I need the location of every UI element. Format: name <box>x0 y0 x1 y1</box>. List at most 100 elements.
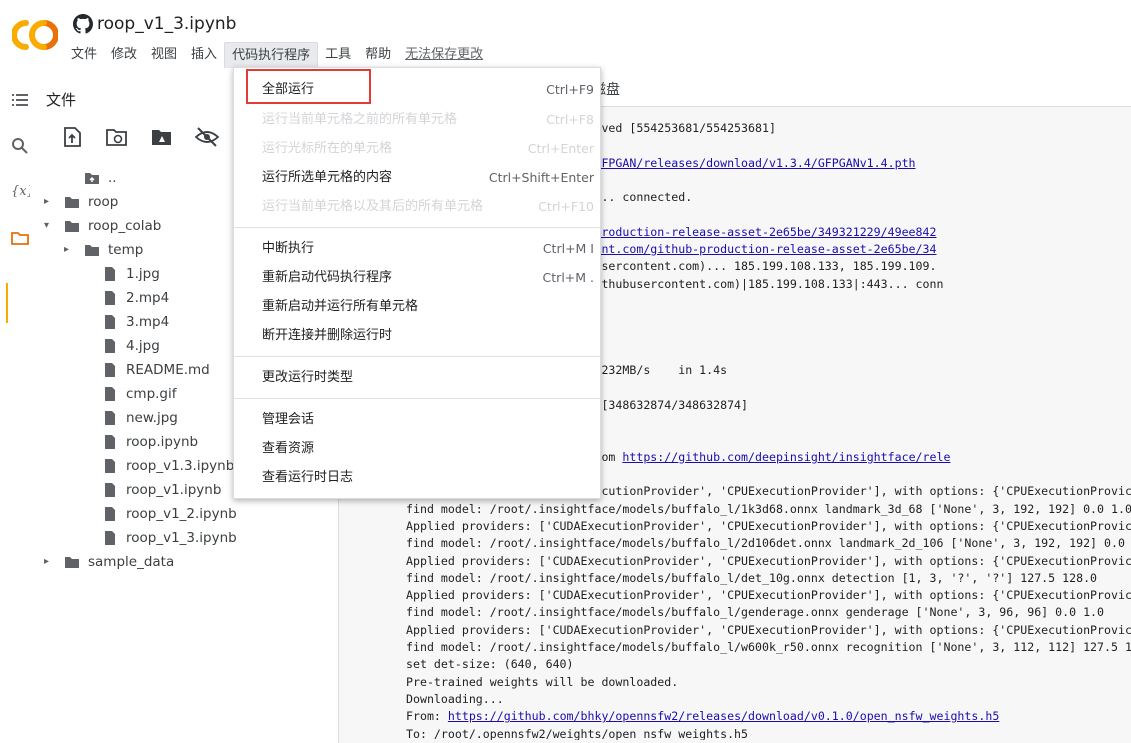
expand-chevron-icon[interactable]: ▸ <box>44 190 56 214</box>
output-text: Downloading... <box>406 691 504 706</box>
menu-runtime[interactable]: 代码执行程序 <box>224 41 319 69</box>
output-text: Applied providers: ['CUDAExecutionProvid… <box>406 553 1131 568</box>
tree-item[interactable]: ▾ roop_colab <box>44 214 161 238</box>
menu-separator <box>234 227 600 228</box>
left-rail: {x} <box>0 68 38 743</box>
tree-item-label: roop_v1_2.ipynb <box>126 506 237 522</box>
active-tab-indicator <box>6 283 8 323</box>
tree-item[interactable]: roop.ipynb <box>82 430 198 454</box>
upload-icon[interactable] <box>59 126 85 148</box>
colab-logo-icon[interactable] <box>12 16 58 54</box>
tree-item[interactable]: ▸ temp <box>64 238 143 262</box>
menu-item-label: 查看运行时日志 <box>262 470 354 485</box>
output-line: Applied providers: ['CUDAExecutionProvid… <box>406 553 1131 570</box>
menu-edit[interactable]: 修改 <box>104 42 144 68</box>
tree-item-label: sample_data <box>88 554 175 570</box>
tree-item[interactable]: roop_v1_3.ipynb <box>82 526 237 550</box>
menu-item-restart-runtime[interactable]: 重新启动代码执行程序 Ctrl+M . <box>234 264 600 292</box>
runtime-menu: 全部运行 Ctrl+F9 运行当前单元格之前的所有单元格 Ctrl+F8 运行光标所在的… <box>233 67 601 499</box>
menu-insert[interactable]: 插入 <box>184 42 224 68</box>
menu-item-change-runtime-type[interactable]: 更改运行时类型 <box>234 364 600 392</box>
menu-item-restart-and-run-all[interactable]: 重新启动并运行所有单元格 <box>234 293 600 321</box>
output-text: find model: /root/.insightface/models/bu… <box>406 536 1125 551</box>
menu-item-run-focused: 运行光标所在的单元格 Ctrl+Enter <box>234 135 600 163</box>
tree-item-label: roop <box>88 194 119 210</box>
output-text: To: /root/.opennsfw2/weights/open_nsfw_w… <box>406 726 749 741</box>
tree-item[interactable]: roop_v1_2.ipynb <box>82 502 237 526</box>
output-line: From: https://github.com/bhky/opennsfw2/… <box>406 708 999 725</box>
expand-chevron-icon[interactable]: ▸ <box>64 238 76 262</box>
menu-item-view-resources[interactable]: 查看资源 <box>234 435 600 463</box>
menu-item-label: 运行所选单元格的内容 <box>262 170 393 185</box>
menu-separator <box>234 398 600 399</box>
output-line: set det-size: (640, 640) <box>406 656 574 673</box>
menu-view[interactable]: 视图 <box>144 42 184 68</box>
output-text: Pre-trained weights will be downloaded. <box>406 674 679 689</box>
files-toolbar <box>59 126 220 148</box>
tree-item[interactable]: .. <box>64 166 117 190</box>
output-line: Applied providers: ['CUDAExecutionProvid… <box>406 587 1131 604</box>
expand-chevron-icon[interactable]: ▸ <box>44 550 56 574</box>
menu-help[interactable]: 帮助 <box>358 42 398 68</box>
output-line: find model: /root/.insightface/models/bu… <box>406 639 1131 656</box>
menu-item-shortcut: Ctrl+F8 <box>546 112 594 127</box>
menu-item-interrupt[interactable]: 中断执行 Ctrl+M I <box>234 235 600 263</box>
tree-item[interactable]: new.jpg <box>82 406 178 430</box>
file-icon <box>105 387 115 401</box>
tree-item-label: roop_v1.ipynb <box>126 482 222 498</box>
menu-item-shortcut: Ctrl+M . <box>542 270 594 285</box>
folder-icon <box>65 221 79 232</box>
menu-item-label: 重新启动代码执行程序 <box>262 270 393 285</box>
tree-item[interactable]: README.md <box>82 358 210 382</box>
tree-item[interactable]: ▸ sample_data <box>44 550 174 574</box>
mount-drive-icon[interactable] <box>149 126 175 148</box>
refresh-folder-icon[interactable] <box>104 126 130 148</box>
folder-icon[interactable] <box>10 228 30 248</box>
menu-tools[interactable]: 工具 <box>318 42 358 68</box>
variables-icon[interactable]: {x} <box>10 180 30 200</box>
tree-item[interactable]: roop_v1.3.ipynb <box>82 454 234 478</box>
menu-item-run-selection[interactable]: 运行所选单元格的内容 Ctrl+Shift+Enter <box>234 164 600 192</box>
tree-item[interactable]: roop_v1.ipynb <box>82 478 221 502</box>
output-line: Applied providers: ['CUDAExecutionProvid… <box>406 518 1131 535</box>
output-text: find model: /root/.insightface/models/bu… <box>406 605 1105 620</box>
folder-icon <box>65 197 79 208</box>
menu-item-label: 运行当前单元格以及其后的所有单元格 <box>262 199 484 214</box>
table-of-contents-icon[interactable] <box>10 90 30 110</box>
tree-item[interactable]: 3.mp4 <box>82 310 169 334</box>
notebook-title[interactable]: roop_v1_3.ipynb <box>97 14 236 34</box>
menu-item-shortcut: Ctrl+Shift+Enter <box>488 170 594 185</box>
tree-item[interactable]: cmp.gif <box>82 382 177 406</box>
github-icon[interactable] <box>73 14 93 34</box>
menu-item-shortcut: Ctrl+F9 <box>546 82 594 97</box>
unsaved-changes-link[interactable]: 无法保存更改 <box>398 42 490 68</box>
output-link[interactable]: https://github.com/bhky/opennsfw2/releas… <box>448 709 999 723</box>
menu-file[interactable]: 文件 <box>64 42 104 68</box>
tree-item[interactable]: 1.jpg <box>82 262 160 286</box>
output-line: Downloading... <box>406 691 504 708</box>
tree-item[interactable]: 4.jpg <box>82 334 160 358</box>
tree-item-label: .. <box>108 170 117 186</box>
menu-item-shortcut: Ctrl+M I <box>542 241 594 256</box>
menu-item-label: 运行光标所在的单元格 <box>262 141 393 156</box>
tree-item-label: roop.ipynb <box>126 434 199 450</box>
menu-item-disconnect-delete-runtime[interactable]: 断开连接并删除运行时 <box>234 322 600 350</box>
search-icon[interactable] <box>10 136 30 156</box>
output-link[interactable]: https://github.com/deepinsight/insightfa… <box>622 450 950 464</box>
menu-item-manage-sessions[interactable]: 管理会话 <box>234 406 600 434</box>
file-icon <box>105 291 115 305</box>
output-text: Applied providers: ['CUDAExecutionProvid… <box>406 622 1131 637</box>
output-text: find model: /root/.insightface/models/bu… <box>406 501 1131 516</box>
menu-item-run-before: 运行当前单元格之前的所有单元格 Ctrl+F8 <box>234 106 600 134</box>
tree-item[interactable]: ▸ roop <box>44 190 118 214</box>
output-text: Applied providers: ['CUDAExecutionProvid… <box>406 518 1131 533</box>
tree-item[interactable]: 2.mp4 <box>82 286 169 310</box>
output-text: find model: /root/.insightface/models/bu… <box>406 640 1131 654</box>
expand-chevron-icon[interactable]: ▾ <box>44 214 56 238</box>
tree-item-label: 1.jpg <box>126 266 160 282</box>
menu-item-shortcut: Ctrl+F10 <box>538 199 594 214</box>
output-text: Applied providers: ['CUDAExecutionProvid… <box>406 588 1131 603</box>
output-line: Applied providers: ['CUDAExecutionProvid… <box>406 622 1131 639</box>
hide-files-icon[interactable] <box>194 126 220 148</box>
menu-item-view-runtime-logs[interactable]: 查看运行时日志 <box>234 464 600 492</box>
